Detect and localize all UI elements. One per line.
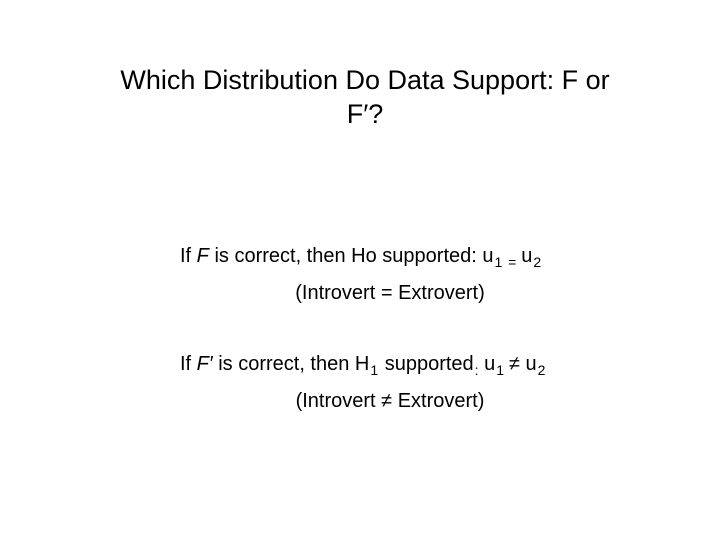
- subscript-1: 1: [495, 362, 509, 378]
- subscript-2: 2: [532, 254, 542, 270]
- colon-sub: :: [474, 362, 479, 378]
- subscript-2: 2: [537, 362, 547, 378]
- text-fragment-italic: F′: [197, 353, 213, 375]
- slide-title: Which Distribution Do Data Support: F or…: [115, 64, 615, 132]
- slide-body: If F is correct, then Ho supported: u1 =…: [180, 245, 600, 461]
- text-fragment: If: [180, 245, 197, 267]
- title-text: Which Distribution Do Data Support: F or…: [120, 65, 609, 129]
- hypothesis-null-line: If F is correct, then Ho supported: u1 =…: [180, 245, 600, 270]
- hypothesis-alt-note: (Introvert ≠ Extrovert): [180, 390, 600, 413]
- text-fragment-italic: F: [197, 245, 209, 267]
- equals-sub: =: [507, 254, 521, 270]
- text-fragment: supported: [379, 353, 474, 375]
- u-symbol: u: [484, 353, 495, 375]
- slide: Which Distribution Do Data Support: F or…: [0, 0, 720, 540]
- text-fragment: If: [180, 353, 197, 375]
- u-symbol: u: [525, 353, 536, 375]
- text-fragment: is correct, then H: [213, 353, 370, 375]
- subscript-1: 1: [369, 362, 379, 378]
- hypothesis-alt-line: If F′ is correct, then H1 supported: u1 …: [180, 353, 600, 378]
- hypothesis-null-note: (Introvert = Extrovert): [180, 282, 600, 305]
- u-symbol: u: [482, 245, 493, 267]
- text-fragment: is correct, then Ho supported:: [209, 245, 482, 267]
- u-symbol: u: [521, 245, 532, 267]
- neq-symbol: ≠: [509, 353, 526, 375]
- subscript-1: 1: [493, 254, 507, 270]
